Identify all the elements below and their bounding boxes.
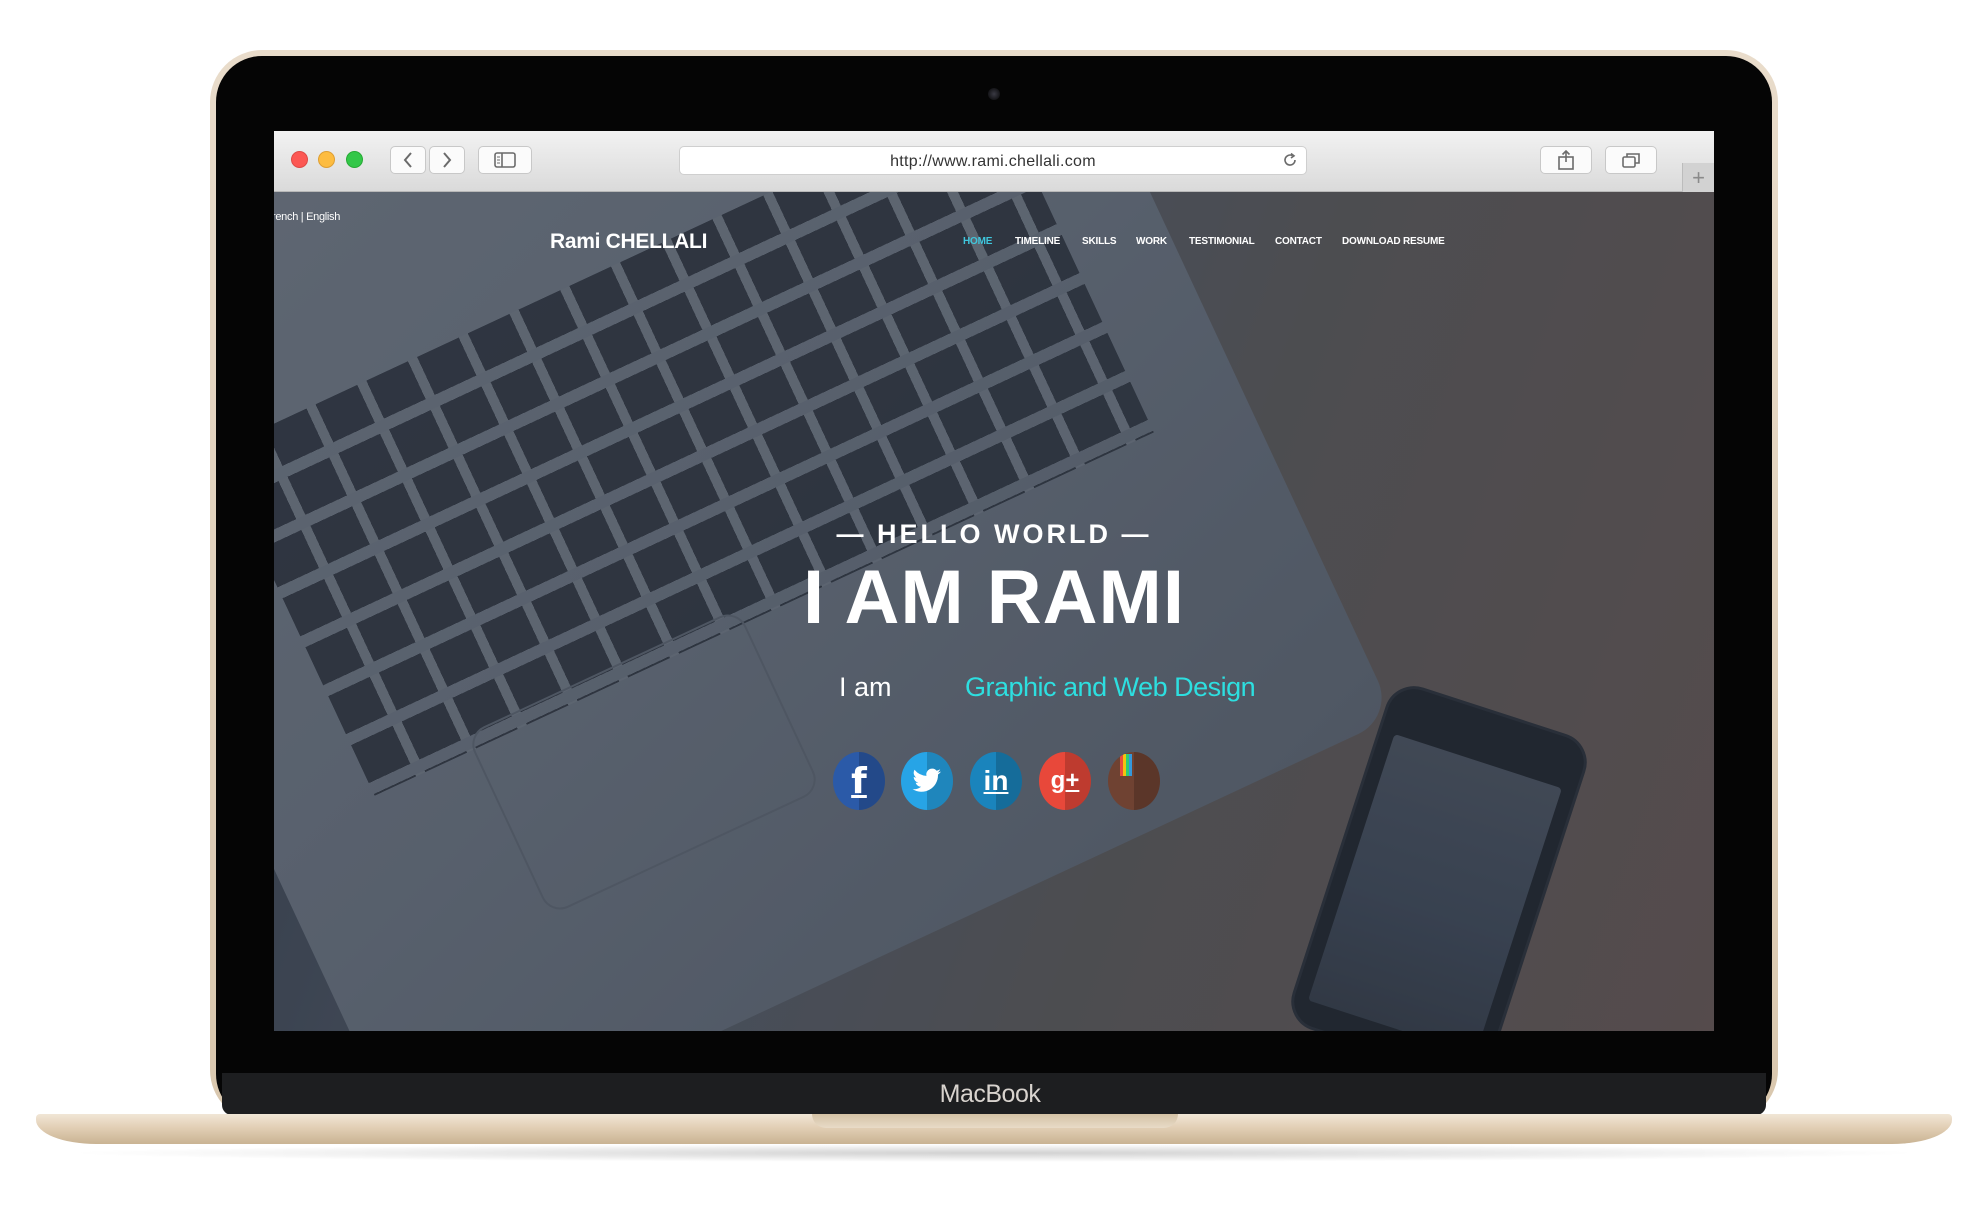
- new-tab-button[interactable]: +: [1682, 163, 1714, 192]
- hero-role: Graphic and Web Design: [965, 672, 1256, 702]
- reload-button[interactable]: [1282, 152, 1298, 173]
- browser-toolbar: http://www.rami.chellali.com +: [274, 131, 1714, 192]
- hero-intro: I am: [839, 672, 892, 702]
- device-label: MacBook: [939, 1080, 1041, 1108]
- linkedin-icon: in: [983, 765, 1009, 796]
- address-url: http://www.rami.chellali.com: [890, 153, 1096, 170]
- main-nav: HOME TIMELINE SKILLS WORK TESTIMONIAL CO…: [274, 236, 1714, 252]
- tabs-overview-icon: [1622, 153, 1640, 168]
- address-bar[interactable]: http://www.rami.chellali.com: [679, 146, 1307, 175]
- camera-icon: [988, 88, 1000, 100]
- twitter-link[interactable]: [901, 752, 953, 810]
- twitter-icon: [912, 768, 941, 792]
- macbook-hinge-notch: [812, 1114, 1178, 1128]
- instagram-link[interactable]: [1108, 752, 1160, 810]
- nav-work[interactable]: WORK: [1136, 236, 1167, 247]
- nav-skills[interactable]: SKILLS: [1082, 236, 1117, 247]
- google-plus-icon: g+: [1050, 767, 1080, 794]
- macbook-screen: http://www.rami.chellali.com + rench | E…: [274, 131, 1714, 1031]
- instagram-icon: [1120, 754, 1132, 776]
- google-plus-link[interactable]: g+: [1039, 752, 1091, 810]
- window-minimize-button[interactable]: [318, 151, 335, 168]
- sidebar-icon: [494, 152, 516, 168]
- chevron-right-icon: [443, 152, 452, 168]
- nav-timeline[interactable]: TIMELINE: [1015, 236, 1060, 247]
- reload-icon: [1284, 152, 1296, 166]
- tabs-overview-button[interactable]: [1605, 146, 1657, 174]
- social-links: f in g+: [274, 752, 1714, 812]
- linkedin-link[interactable]: in: [970, 752, 1022, 810]
- nav-contact[interactable]: CONTACT: [1275, 236, 1322, 247]
- window-close-button[interactable]: [291, 151, 308, 168]
- chevron-left-icon: [403, 152, 412, 168]
- hero-kicker: — HELLO WORLD —: [836, 519, 1152, 549]
- back-button[interactable]: [390, 146, 426, 174]
- hero-headline: I AM RAMI: [803, 555, 1185, 640]
- sidebar-button[interactable]: [478, 146, 532, 174]
- share-icon: [1558, 150, 1574, 170]
- nav-testimonial[interactable]: TESTIMONIAL: [1189, 236, 1255, 247]
- facebook-icon: f: [851, 760, 867, 802]
- hero-section: rench | English Rami CHELLALI HOME TIMEL…: [274, 192, 1714, 1031]
- macbook-shadow: [60, 1144, 1928, 1162]
- share-button[interactable]: [1540, 146, 1592, 174]
- forward-button[interactable]: [429, 146, 465, 174]
- window-zoom-button[interactable]: [346, 151, 363, 168]
- facebook-link[interactable]: f: [833, 752, 885, 810]
- nav-home[interactable]: HOME: [963, 236, 992, 247]
- nav-download-resume[interactable]: DOWNLOAD RESUME: [1342, 236, 1445, 247]
- language-switch[interactable]: rench | English: [274, 211, 340, 223]
